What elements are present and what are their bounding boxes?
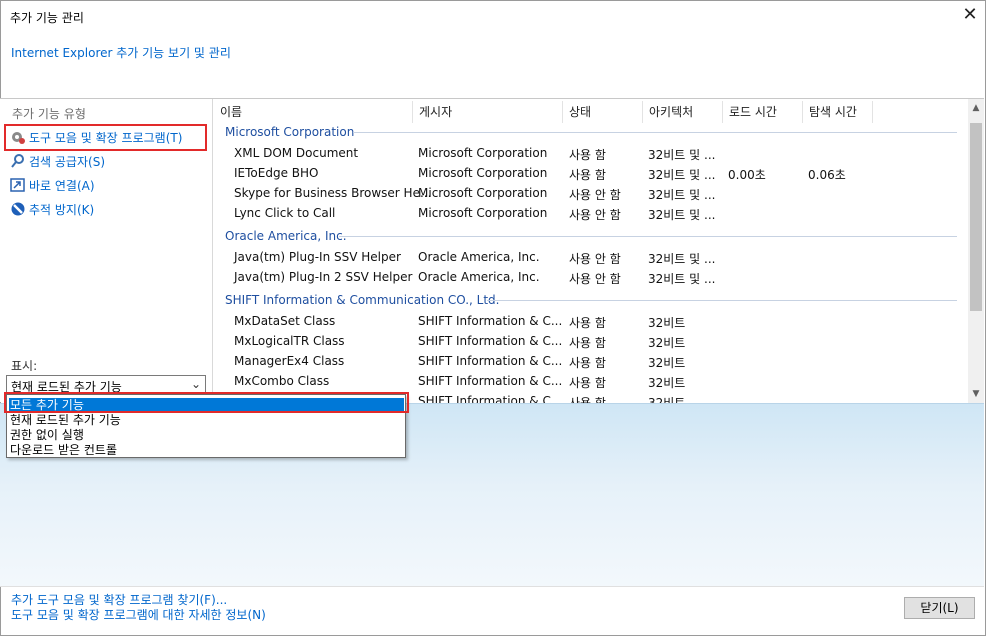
scrollbar-thumb[interactable] <box>970 123 982 311</box>
cell-name: Java(tm) Plug-In 2 SSV Helper <box>234 270 413 284</box>
cell-architecture: 32비트 및 ... <box>648 148 716 162</box>
dropdown-option-without-permission[interactable]: 권한 없이 실행 <box>9 428 404 443</box>
cell-architecture: 32비트 <box>648 396 686 403</box>
sidebar-item-tracking-protection[interactable]: 추적 방지(K) <box>10 199 94 219</box>
cell-name: Skype for Business Browser He... <box>234 186 432 200</box>
sidebar-item-label: 검색 공급자(S) <box>29 154 105 169</box>
cell-name: ManagerEx4 Class <box>234 354 345 368</box>
accelerator-icon <box>10 178 25 192</box>
selected-option-highlight <box>4 392 409 413</box>
cell-status: 사용 함 <box>569 316 606 330</box>
cell-publisher: SHIFT Information & C... <box>418 314 563 328</box>
cell-status: 사용 안 함 <box>569 252 621 266</box>
cell-architecture: 32비트 및 ... <box>648 168 716 182</box>
addon-type-label: 추가 기능 유형 <box>12 107 86 121</box>
column-header-status[interactable]: 상태 <box>569 102 591 122</box>
group-divider <box>487 300 957 301</box>
sidebar-item-accelerators[interactable]: 바로 연결(A) <box>10 175 95 195</box>
cell-architecture: 32비트 및 ... <box>648 272 716 286</box>
group-divider <box>353 132 957 133</box>
cell-publisher: Microsoft Corporation <box>418 146 548 160</box>
cell-publisher: SHIFT Information & C... <box>418 354 563 368</box>
cell-name: XML DOM Document <box>234 146 359 160</box>
cell-load-time: 0.00초 <box>728 168 766 182</box>
cell-architecture: 32비트 <box>648 376 686 390</box>
cell-status: 사용 함 <box>569 396 606 403</box>
cell-architecture: 32비트 <box>648 336 686 350</box>
cell-publisher: Microsoft Corporation <box>418 166 548 180</box>
cell-name: MxCombo Class <box>234 374 330 388</box>
column-header-publisher[interactable]: 게시자 <box>419 102 452 122</box>
column-header-nav-time[interactable]: 탐색 시간 <box>809 102 857 122</box>
cell-architecture: 32비트 및 ... <box>648 188 716 202</box>
cell-status: 사용 함 <box>569 336 606 350</box>
cell-name: Lync Click to Call <box>234 206 336 220</box>
title-bar: 추가 기능 관리 ✕ <box>0 0 984 32</box>
ie-addons-link[interactable]: Internet Explorer 추가 기능 보기 및 관리 <box>11 44 231 61</box>
footer-divider <box>0 586 984 587</box>
column-header-load-time[interactable]: 로드 시간 <box>729 102 777 122</box>
show-label: 표시: <box>11 359 38 373</box>
dropdown-option-downloaded[interactable]: 다운로드 받은 컨트롤 <box>9 443 404 458</box>
sidebar-item-toolbars[interactable]: 도구 모음 및 확장 프로그램(T) <box>10 127 182 147</box>
cell-architecture: 32비트 및 ... <box>648 252 716 266</box>
group-title-shift: SHIFT Information & Communication CO., L… <box>225 293 500 307</box>
sidebar-item-label: 추적 방지(K) <box>29 202 95 217</box>
cell-publisher: SHIFT Information & C... <box>418 374 563 388</box>
cell-architecture: 32비트 <box>648 356 686 370</box>
cell-architecture: 32비트 <box>648 316 686 330</box>
cell-status: 사용 안 함 <box>569 208 621 222</box>
cell-status: 사용 함 <box>569 376 606 390</box>
sidebar-item-label: 도구 모음 및 확장 프로그램(T) <box>29 130 183 145</box>
close-button[interactable]: 닫기(L) <box>904 597 975 619</box>
column-header-name[interactable]: 이름 <box>220 102 242 122</box>
cell-architecture: 32비트 및 ... <box>648 208 716 222</box>
cell-status: 사용 안 함 <box>569 272 621 286</box>
cell-publisher: Microsoft Corporation <box>418 186 548 200</box>
column-divider <box>872 101 873 123</box>
cell-publisher: Oracle America, Inc. <box>418 270 540 284</box>
cell-name: MxDataSet Class <box>234 314 336 328</box>
learn-more-link[interactable]: 도구 모음 및 확장 프로그램에 대한 자세한 정보(N) <box>11 606 266 623</box>
cell-name: IEToEdge BHO <box>234 166 319 180</box>
dropdown-option-loaded[interactable]: 현재 로드된 추가 기능 <box>9 413 404 428</box>
cell-publisher: Oracle America, Inc. <box>418 250 540 264</box>
cell-publisher: Microsoft Corporation <box>418 206 548 220</box>
close-icon[interactable]: ✕ <box>960 3 980 27</box>
cell-name: Java(tm) Plug-In SSV Helper <box>234 250 401 264</box>
cell-name: MxLogicalTR Class <box>234 334 345 348</box>
cell-status: 사용 함 <box>569 168 606 182</box>
no-entry-icon <box>11 202 25 216</box>
sort-ascending-icon: ^ <box>483 99 492 106</box>
column-divider <box>802 101 803 123</box>
column-divider <box>562 101 563 123</box>
column-divider <box>722 101 723 123</box>
cell-nav-time: 0.06초 <box>808 168 846 182</box>
cell-status: 사용 함 <box>569 356 606 370</box>
cell-publisher: SHIFT Information & C... <box>418 334 563 348</box>
addon-list: 이름 ^ 게시자 상태 아키텍처 로드 시간 탐색 시간 Microsoft C… <box>212 99 985 403</box>
column-header-architecture[interactable]: 아키텍처 <box>649 102 693 122</box>
cell-publisher: SHIFT Information & C... <box>418 394 563 403</box>
group-title-microsoft: Microsoft Corporation <box>225 125 355 139</box>
group-title-oracle: Oracle America, Inc. <box>225 229 347 243</box>
chevron-down-icon: ⌄ <box>190 377 201 391</box>
window-title: 추가 기능 관리 <box>10 11 84 25</box>
cell-status: 사용 안 함 <box>569 188 621 202</box>
sidebar-item-label: 바로 연결(A) <box>29 178 95 193</box>
gear-icon <box>12 132 25 144</box>
group-divider <box>339 236 957 237</box>
column-divider <box>642 101 643 123</box>
search-icon <box>11 154 24 168</box>
sidebar-item-search[interactable]: 검색 공급자(S) <box>10 151 105 171</box>
cell-status: 사용 함 <box>569 148 606 162</box>
scroll-down-icon[interactable]: ▼ <box>968 386 984 402</box>
column-divider <box>412 101 413 123</box>
scroll-up-icon[interactable]: ▲ <box>968 100 984 116</box>
